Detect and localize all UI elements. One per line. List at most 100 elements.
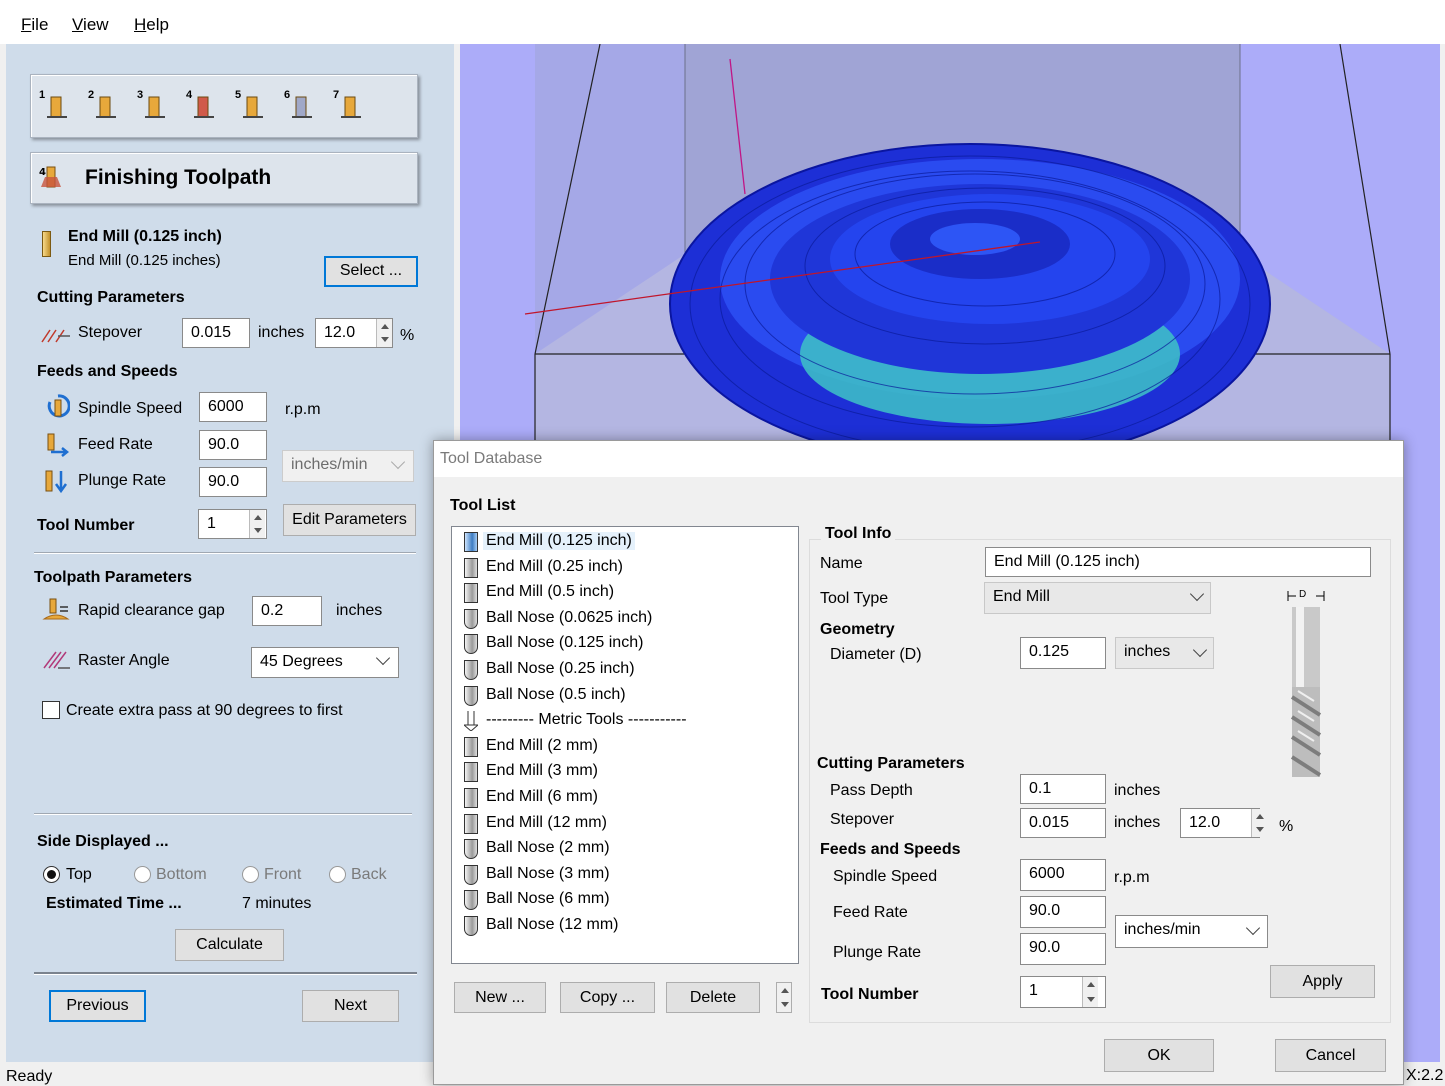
tool-list-item-label: Ball Nose (12 mm) — [486, 916, 619, 933]
tool-list-item-label: --------- Metric Tools ----------- — [486, 711, 687, 729]
cursor-coordinates: X:2.2 — [1406, 1067, 1444, 1084]
side-top-radio[interactable] — [43, 866, 60, 883]
spindle-speed-unit: r.p.m — [285, 401, 321, 418]
tool-list-item-label: End Mill (0.125 inch) — [483, 532, 635, 550]
stepover-percent-spinner[interactable] — [376, 319, 392, 347]
reorder-spinner[interactable] — [776, 982, 792, 1013]
next-button[interactable]: Next — [302, 990, 399, 1022]
step-2-icon[interactable]: 2 — [88, 89, 122, 123]
step-number: 1 — [39, 89, 46, 101]
tool-number-label: Tool Number — [821, 986, 919, 1003]
step-3-icon[interactable]: 3 — [137, 89, 171, 123]
raster-angle-select[interactable]: 45 Degrees — [251, 647, 399, 678]
plunge-rate-input[interactable]: 90.0 — [1020, 933, 1106, 965]
side-displayed-heading: Side Displayed ... — [37, 833, 169, 850]
stepover-input[interactable]: 0.015 — [1020, 808, 1106, 838]
geometry-heading: Geometry — [820, 621, 895, 638]
tool-list-item-label: End Mill (0.25 inch) — [486, 557, 623, 575]
rate-unit-select[interactable]: inches/min — [1115, 915, 1268, 948]
cutting-parameters-heading: Cutting Parameters — [817, 755, 965, 772]
menu-help[interactable]: Help — [134, 15, 169, 35]
new-tool-button[interactable]: New ... — [454, 982, 546, 1013]
menu-view[interactable]: View — [72, 15, 109, 35]
menu-bar: File View Help — [0, 0, 1445, 44]
step-4-icon[interactable]: 4 — [186, 89, 220, 123]
tool-list[interactable]: End Mill (0.125 inch) End Mill (0.25 inch… — [451, 526, 799, 964]
step-number: 5 — [235, 89, 242, 101]
end-mill-icon — [464, 583, 478, 604]
tool-type-label: Tool Type — [820, 590, 889, 607]
calculate-button[interactable]: Calculate — [175, 929, 284, 961]
cancel-button[interactable]: Cancel — [1275, 1039, 1386, 1072]
pass-depth-unit: inches — [1114, 782, 1161, 799]
end-mill-diagram-icon — [1287, 591, 1325, 777]
page-title: Finishing Toolpath — [85, 166, 272, 189]
rapid-clearance-input[interactable]: 0.2 — [252, 596, 322, 626]
divider — [34, 813, 412, 815]
ok-button[interactable]: OK — [1104, 1039, 1214, 1072]
step-6-icon[interactable]: 6 — [284, 89, 318, 123]
tool-list-item-label: Ball Nose (0.5 inch) — [486, 685, 626, 703]
tool-number-spinner[interactable] — [1082, 977, 1098, 1007]
side-front-radio[interactable] — [242, 866, 259, 883]
svg-text:4: 4 — [39, 167, 46, 178]
spindle-speed-label: Spindle Speed — [78, 400, 183, 417]
copy-tool-button[interactable]: Copy ... — [560, 982, 655, 1013]
side-back-radio[interactable] — [329, 866, 346, 883]
tool-type-select[interactable]: End Mill — [984, 582, 1211, 614]
estimated-time-label: Estimated Time ... — [46, 895, 182, 912]
stepover-label: Stepover — [78, 324, 143, 341]
stepover-percent-input[interactable]: 12.0 — [1180, 808, 1260, 838]
stepover-icon — [40, 326, 72, 344]
select-tool-button[interactable]: Select ... — [324, 256, 418, 287]
feed-rate-icon — [46, 432, 70, 458]
toolpath-parameters-heading: Toolpath Parameters — [34, 569, 192, 586]
raster-angle-label: Raster Angle — [78, 652, 170, 669]
spindle-speed-input[interactable]: 6000 — [199, 392, 267, 422]
end-mill-icon — [464, 762, 478, 783]
step-toolbar: 1 2 3 4 5 6 7 — [30, 74, 418, 138]
step-7-icon[interactable]: 7 — [333, 89, 367, 123]
feed-rate-input[interactable]: 90.0 — [1020, 896, 1106, 928]
ball-nose-icon — [464, 916, 478, 936]
side-bottom-radio[interactable] — [134, 866, 151, 883]
feed-rate-input[interactable]: 90.0 — [199, 430, 267, 460]
step-number: 6 — [284, 89, 291, 101]
stepover-percent-spinner[interactable] — [1251, 809, 1267, 837]
tool-number-label: Tool Number — [37, 517, 135, 534]
delete-tool-button[interactable]: Delete — [666, 982, 760, 1013]
plunge-rate-input[interactable]: 90.0 — [199, 467, 267, 497]
menu-file[interactable]: File — [21, 15, 48, 35]
diameter-input[interactable]: 0.125 — [1020, 637, 1106, 669]
spindle-speed-input[interactable]: 6000 — [1020, 859, 1106, 891]
feed-rate-label: Feed Rate — [78, 436, 153, 453]
apply-button[interactable]: Apply — [1270, 965, 1375, 998]
raster-angle-icon — [42, 648, 72, 670]
tool-info-heading: Tool Info — [821, 525, 896, 543]
diameter-dimension-label: D — [1299, 589, 1307, 600]
ball-nose-icon — [464, 685, 478, 706]
stepover-input[interactable]: 0.015 — [182, 318, 250, 348]
step-number: 3 — [137, 89, 144, 101]
group-icon — [462, 711, 480, 732]
tool-number-spinner[interactable] — [249, 510, 265, 538]
pass-depth-input[interactable]: 0.1 — [1020, 774, 1106, 804]
feed-rate-label: Feed Rate — [833, 904, 908, 921]
step-1-icon[interactable]: 1 — [39, 89, 73, 123]
toolpath-panel: 1 2 3 4 5 6 7 4 Finishing Toolpath End Mill (0… — [6, 44, 454, 1062]
stepover-unit: inches — [1114, 814, 1161, 831]
dialog-title: Tool Database — [434, 441, 1403, 477]
step-5-icon[interactable]: 5 — [235, 89, 269, 123]
feeds-speeds-heading: Feeds and Speeds — [820, 841, 961, 858]
tool-name-input[interactable]: End Mill (0.125 inch) — [985, 547, 1371, 577]
tool-list-item-label: End Mill (12 mm) — [486, 813, 607, 831]
tool-name: End Mill (0.125 inch) — [68, 228, 222, 245]
edit-parameters-button[interactable]: Edit Parameters — [283, 504, 416, 536]
ball-nose-icon — [464, 864, 478, 885]
previous-button[interactable]: Previous — [49, 990, 146, 1022]
status-text: Ready — [6, 1068, 53, 1085]
end-mill-icon — [464, 532, 478, 552]
estimated-time-value: 7 minutes — [242, 895, 312, 912]
extra-pass-checkbox[interactable] — [42, 701, 60, 719]
tool-list-item-label: Ball Nose (6 mm) — [486, 890, 610, 908]
